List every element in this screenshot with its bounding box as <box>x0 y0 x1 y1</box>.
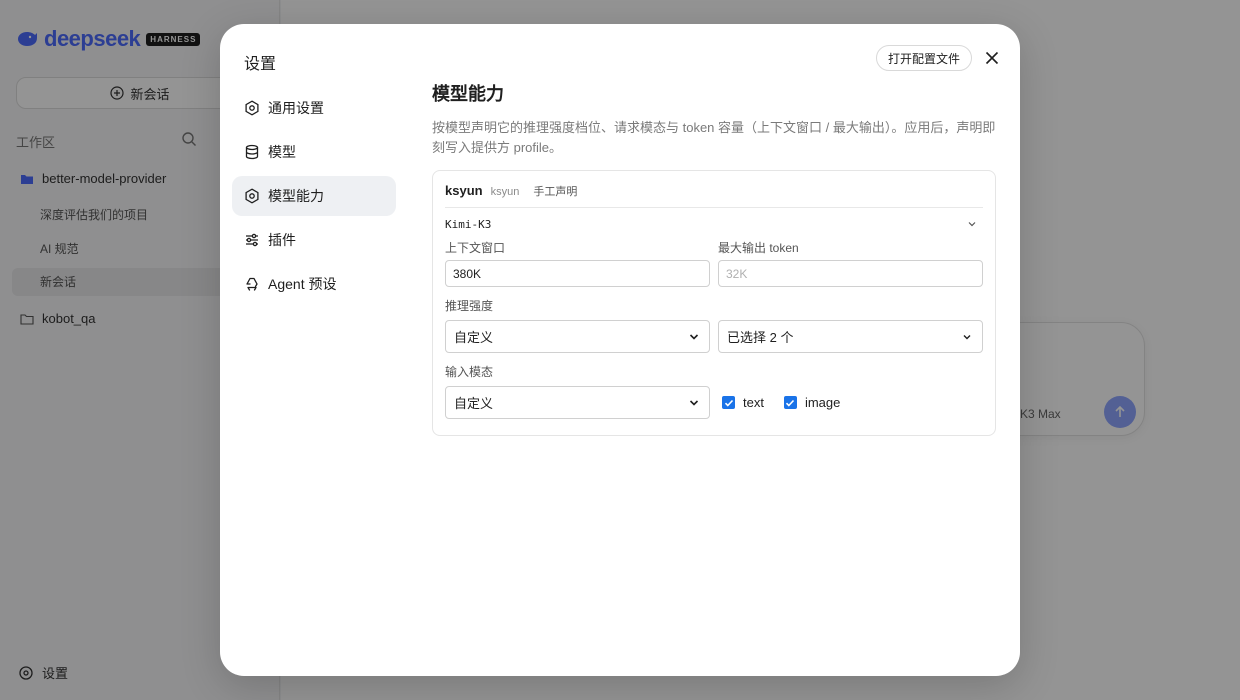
max-output-label: 最大输出 token <box>718 241 799 255</box>
settings-content: 模型能力 按模型声明它的推理强度档位、请求模态与 token 容量（上下文窗口 … <box>432 80 996 436</box>
chevron-down-icon <box>689 399 699 406</box>
check-icon <box>786 399 795 407</box>
input-modality-value: 自定义 <box>454 396 494 411</box>
chevron-down-icon <box>963 334 971 339</box>
model-select-value: Kimi-K3 <box>445 217 492 231</box>
gear-icon <box>245 188 259 204</box>
nav-item-label: Agent 预设 <box>268 276 337 292</box>
modality-image-label: image <box>804 395 841 410</box>
gear-icon <box>245 100 259 116</box>
nav-item-label: 模型能力 <box>268 188 324 204</box>
reasoning-mode-select[interactable]: 自定义 <box>445 320 710 353</box>
chevron-down-icon <box>968 222 976 227</box>
provider-tag: 手工声明 <box>533 186 578 198</box>
section-description: 按模型声明它的推理强度档位、请求模态与 token 容量（上下文窗口 / 最大输… <box>432 120 996 155</box>
image-checkbox[interactable] <box>783 396 797 409</box>
reasoning-levels-select[interactable]: 已选择 2 个 <box>718 320 983 353</box>
reasoning-mode-value: 自定义 <box>454 330 494 345</box>
model-select[interactable]: Kimi-K3 <box>445 209 983 239</box>
modal-title: 设置 <box>244 56 277 73</box>
modality-text-label: text <box>743 395 764 410</box>
sliders-icon <box>246 233 258 247</box>
settings-modal: 设置 打开配置文件 通用设置 模型 模型能力 插件 Agent 预设 模型能力 … <box>220 24 1020 676</box>
reasoning-fields: 自定义 已选择 2 个 <box>445 320 983 353</box>
nav-item-agent-presets[interactable]: Agent 预设 <box>232 264 396 304</box>
provider-card: ksyun ksyun 手工声明 Kimi-K3 上下文窗口 最大输出 toke… <box>432 170 996 436</box>
chevron-down-icon <box>689 333 699 340</box>
nav-item-models[interactable]: 模型 <box>232 132 396 172</box>
nav-item-general[interactable]: 通用设置 <box>232 88 396 128</box>
modality-checkboxes: text image <box>718 386 983 419</box>
modality-text-option[interactable]: text <box>722 395 764 410</box>
close-button[interactable] <box>982 48 1002 68</box>
modality-image-option[interactable]: image <box>783 395 841 410</box>
section-title: 模型能力 <box>432 84 504 104</box>
text-checkbox[interactable] <box>722 396 735 409</box>
database-icon <box>245 144 259 160</box>
provider-id: ksyun <box>490 186 520 198</box>
input-modality-fields: 自定义 text image <box>445 386 983 419</box>
nav-item-plugins[interactable]: 插件 <box>232 220 396 260</box>
reasoning-levels-value: 已选择 2 个 <box>727 330 794 345</box>
close-icon <box>985 51 999 65</box>
reasoning-label: 推理强度 <box>445 299 494 313</box>
provider-header: ksyun ksyun 手工声明 <box>445 183 983 208</box>
input-modality-select[interactable]: 自定义 <box>445 386 710 419</box>
check-icon <box>724 399 733 407</box>
nav-item-model-capabilities[interactable]: 模型能力 <box>232 176 396 216</box>
nav-item-label: 模型 <box>268 144 296 160</box>
input-modality-label: 输入模态 <box>445 365 494 379</box>
max-output-input[interactable] <box>718 260 983 287</box>
capacity-fields: 上下文窗口 最大输出 token <box>445 239 983 287</box>
provider-name: ksyun <box>445 183 483 198</box>
open-config-button[interactable]: 打开配置文件 <box>876 45 973 71</box>
context-window-input[interactable] <box>445 260 710 287</box>
settings-nav: 通用设置 模型 模型能力 插件 Agent 预设 <box>232 88 396 308</box>
context-window-label: 上下文窗口 <box>445 241 506 255</box>
nav-item-label: 插件 <box>268 232 296 248</box>
nav-item-label: 通用设置 <box>268 100 324 116</box>
recycle-icon <box>246 277 258 291</box>
